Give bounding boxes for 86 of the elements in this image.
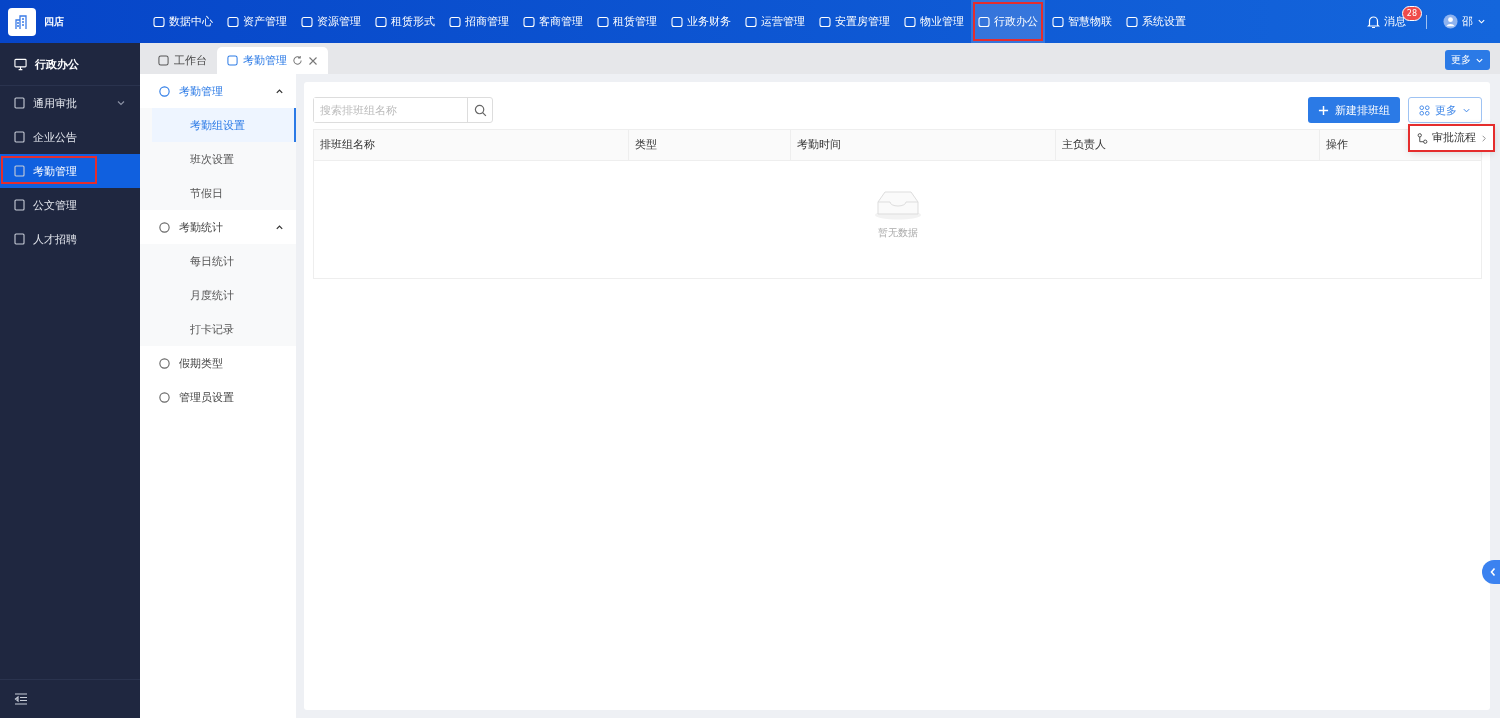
column-header: 排班组名称 (320, 138, 375, 152)
search-icon (473, 103, 487, 117)
nav-item-icon (597, 15, 609, 28)
chevron-right-icon (1480, 133, 1488, 143)
top-nav-item[interactable]: 租赁管理 (590, 0, 664, 43)
document-icon (14, 165, 25, 177)
top-nav-item[interactable]: 招商管理 (442, 0, 516, 43)
sidebar-item[interactable]: 公文管理 (0, 188, 140, 222)
circle-icon (158, 390, 171, 404)
submenu-item[interactable]: 考勤组设置 (152, 108, 296, 142)
document-icon (14, 97, 25, 109)
more-button[interactable]: 更多 (1408, 97, 1482, 123)
collapse-menu-icon[interactable] (14, 693, 28, 705)
document-icon (14, 233, 25, 245)
submenu-item[interactable]: 月度统计 (140, 278, 296, 312)
nav-item-icon (904, 15, 916, 28)
submenu-item[interactable]: 打卡记录 (140, 312, 296, 346)
top-nav-item[interactable]: 物业管理 (897, 0, 971, 43)
nav-item-icon (523, 15, 535, 28)
nav-item-icon (978, 15, 990, 28)
top-nav-item[interactable]: 租赁形式 (368, 0, 442, 43)
chevron-down-icon (116, 98, 126, 108)
create-shift-group-button[interactable]: 新建排班组 (1308, 97, 1400, 123)
submenu-item[interactable]: 每日统计 (140, 244, 296, 278)
top-nav-item[interactable]: 数据中心 (146, 0, 220, 43)
sidebar-item[interactable]: 人才招聘 (0, 222, 140, 256)
nav-item-icon (819, 15, 831, 28)
nav-item-icon (1126, 15, 1138, 28)
brand-name: 四店 (44, 14, 64, 29)
column-header: 操作 (1326, 138, 1348, 152)
nav-item-icon (227, 15, 239, 28)
submenu-group[interactable]: 管理员设置 (140, 380, 296, 414)
monitor-icon (14, 57, 27, 71)
empty-tray-icon (873, 189, 922, 220)
grid-icon (1419, 104, 1430, 116)
refresh-icon[interactable] (292, 55, 303, 66)
document-icon (14, 131, 25, 143)
top-nav-item[interactable]: 资产管理 (220, 0, 294, 43)
column-header: 主负责人 (1062, 138, 1106, 152)
building-logo-icon (8, 7, 36, 36)
chevron-up-icon[interactable] (275, 222, 284, 232)
submenu-group[interactable]: 考勤统计 (140, 210, 296, 244)
close-icon[interactable] (308, 55, 318, 66)
column-header: 类型 (635, 138, 657, 152)
column-header: 考勤时间 (797, 138, 841, 152)
top-nav-item[interactable]: 智慧物联 (1045, 0, 1119, 43)
top-nav-item[interactable]: 系统设置 (1119, 0, 1193, 43)
submenu-group[interactable]: 假期类型 (140, 346, 296, 380)
nav-item-icon (153, 15, 165, 28)
sidebar-item[interactable]: 考勤管理 (0, 154, 140, 188)
top-nav-item[interactable]: 客商管理 (516, 0, 590, 43)
document-icon (14, 199, 25, 211)
top-nav-item[interactable]: 安置房管理 (812, 0, 897, 43)
chevron-left-icon (1488, 567, 1497, 577)
chevron-down-icon (1477, 17, 1486, 26)
nav-item-icon (449, 15, 461, 28)
submenu-group[interactable]: 考勤管理 (140, 74, 296, 108)
circle-icon (158, 84, 171, 98)
top-nav-item[interactable]: 运营管理 (738, 0, 812, 43)
chevron-up-icon[interactable] (275, 86, 284, 96)
nav-item-icon (745, 15, 757, 28)
top-nav-item[interactable]: 业务财务 (664, 0, 738, 43)
submenu-item[interactable]: 节假日 (140, 176, 296, 210)
page-tab[interactable]: 考勤管理 (217, 47, 328, 74)
circle-icon (158, 356, 171, 370)
flow-icon (1417, 132, 1428, 144)
top-nav-item[interactable]: 资源管理 (294, 0, 368, 43)
tab-icon (158, 55, 169, 66)
nav-item-icon (671, 15, 683, 28)
more-tabs-button[interactable]: 更多 (1445, 50, 1490, 70)
empty-message: 暂无数据 (877, 225, 918, 240)
sidebar-item[interactable]: 企业公告 (0, 120, 140, 154)
avatar-icon (1443, 14, 1458, 29)
nav-item-icon (1052, 15, 1064, 28)
nav-item-icon (375, 15, 387, 28)
nav-item-icon (301, 15, 313, 28)
user-menu[interactable]: 邵 (1443, 14, 1486, 29)
submenu-item[interactable]: 班次设置 (140, 142, 296, 176)
top-nav-item[interactable]: 行政办公 (971, 0, 1045, 43)
circle-icon (158, 220, 171, 234)
page-tab[interactable]: 工作台 (148, 47, 217, 74)
dropdown-item[interactable]: 审批流程 (1409, 125, 1494, 151)
tab-icon (227, 55, 238, 66)
bell-icon (1367, 14, 1380, 29)
plus-icon (1318, 104, 1329, 116)
sidebar-item[interactable]: 通用审批 (0, 86, 140, 120)
